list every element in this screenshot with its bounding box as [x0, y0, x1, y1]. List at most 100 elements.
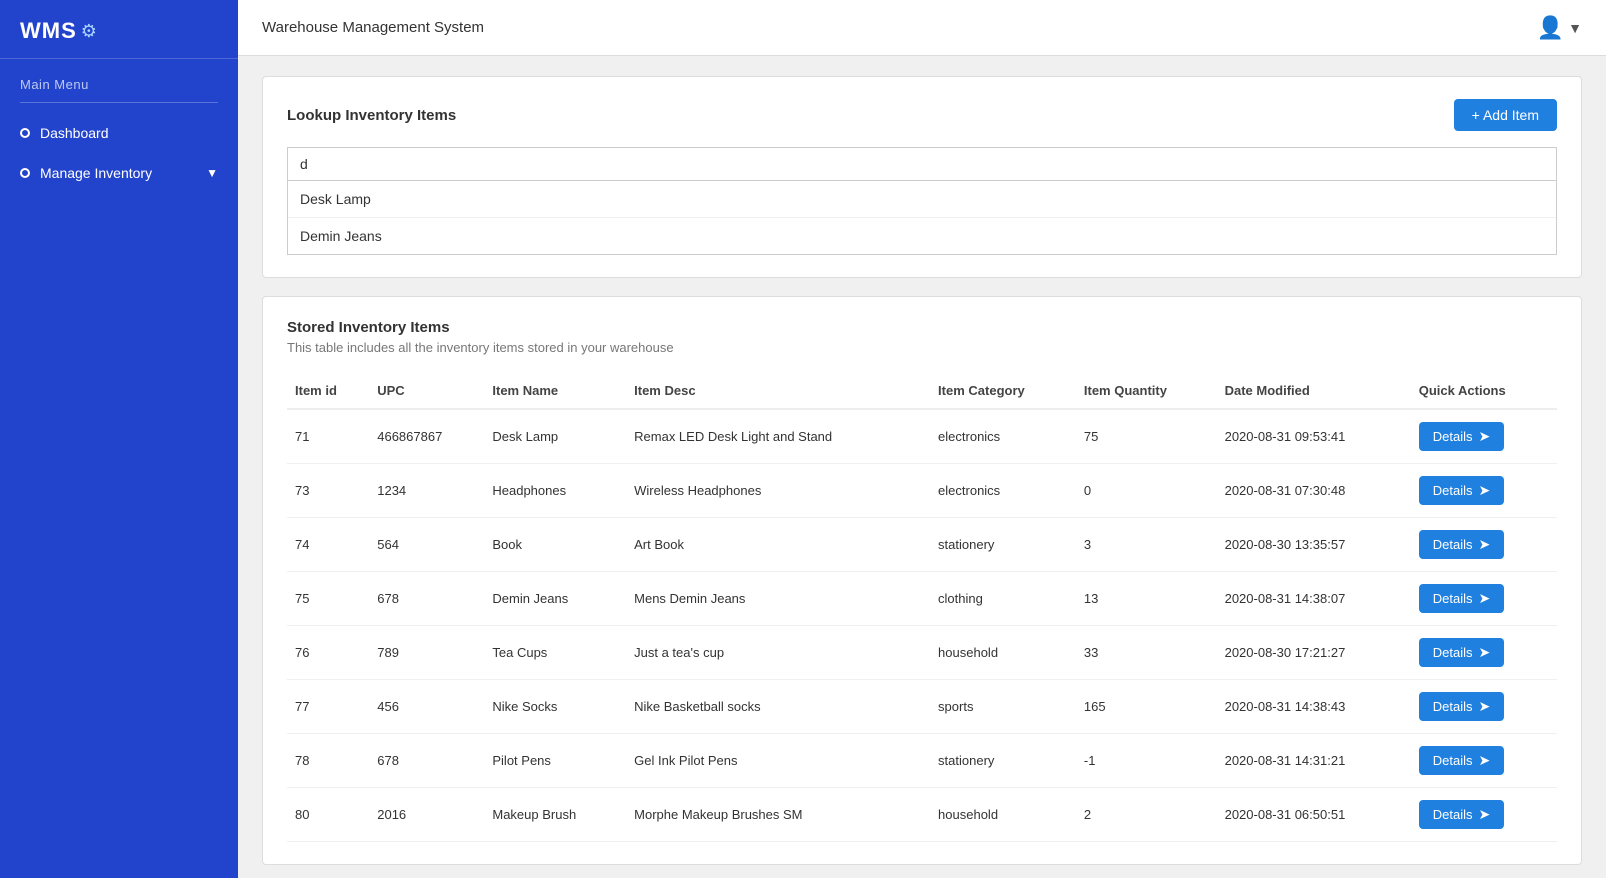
cell-4: electronics — [930, 409, 1076, 464]
cell-actions: Details ➤ — [1411, 680, 1557, 734]
sidebar-item-manage-inventory[interactable]: Manage Inventory ▼ — [0, 153, 238, 193]
col-item-name: Item Name — [484, 373, 626, 409]
cell-6: 2020-08-31 14:31:21 — [1217, 734, 1411, 788]
sidebar-item-label-dashboard: Dashboard — [40, 125, 109, 141]
cell-actions: Details ➤ — [1411, 464, 1557, 518]
cell-actions: Details ➤ — [1411, 626, 1557, 680]
col-date-modified: Date Modified — [1217, 373, 1411, 409]
cell-4: electronics — [930, 464, 1076, 518]
table-card: Stored Inventory Items This table includ… — [262, 296, 1582, 865]
col-item-quantity: Item Quantity — [1076, 373, 1217, 409]
cell-4: sports — [930, 680, 1076, 734]
cell-3: Wireless Headphones — [626, 464, 930, 518]
cell-0: 71 — [287, 409, 369, 464]
cell-4: household — [930, 788, 1076, 842]
col-item-category: Item Category — [930, 373, 1076, 409]
cell-1: 789 — [369, 626, 484, 680]
lookup-dropdown-item-0[interactable]: Desk Lamp — [288, 181, 1556, 218]
cell-6: 2020-08-31 07:30:48 — [1217, 464, 1411, 518]
cell-6: 2020-08-30 13:35:57 — [1217, 518, 1411, 572]
sidebar-item-dashboard[interactable]: Dashboard — [0, 113, 238, 153]
cell-5: 3 — [1076, 518, 1217, 572]
details-button-1[interactable]: Details ➤ — [1419, 476, 1504, 505]
cell-3: Just a tea's cup — [626, 626, 930, 680]
cell-6: 2020-08-31 14:38:43 — [1217, 680, 1411, 734]
sidebar-divider — [20, 102, 218, 103]
cell-1: 564 — [369, 518, 484, 572]
details-button-7[interactable]: Details ➤ — [1419, 800, 1504, 829]
cell-5: 13 — [1076, 572, 1217, 626]
cell-0: 74 — [287, 518, 369, 572]
table-subtitle: This table includes all the inventory it… — [287, 340, 1557, 355]
col-quick-actions: Quick Actions — [1411, 373, 1557, 409]
cell-2: Pilot Pens — [484, 734, 626, 788]
table-row: 75678Demin JeansMens Demin Jeansclothing… — [287, 572, 1557, 626]
cell-1: 456 — [369, 680, 484, 734]
details-button-3[interactable]: Details ➤ — [1419, 584, 1504, 613]
cell-5: 0 — [1076, 464, 1217, 518]
table-row: 77456Nike SocksNike Basketball socksspor… — [287, 680, 1557, 734]
cell-0: 75 — [287, 572, 369, 626]
cell-actions: Details ➤ — [1411, 734, 1557, 788]
details-button-5[interactable]: Details ➤ — [1419, 692, 1504, 721]
share-icon: ➤ — [1479, 590, 1491, 607]
share-icon: ➤ — [1479, 644, 1491, 661]
sidebar-logo: WMS ⚙ — [0, 0, 238, 59]
lookup-title: Lookup Inventory Items — [287, 107, 456, 124]
table-header: Item id UPC Item Name Item Desc Item Cat… — [287, 373, 1557, 409]
cell-actions: Details ➤ — [1411, 572, 1557, 626]
cell-0: 80 — [287, 788, 369, 842]
cell-0: 76 — [287, 626, 369, 680]
search-input[interactable] — [287, 147, 1557, 180]
share-icon: ➤ — [1479, 806, 1491, 823]
sidebar-main-menu-label: Main Menu — [0, 59, 238, 102]
user-menu[interactable]: 👤 ▼ — [1537, 15, 1582, 41]
cell-6: 2020-08-31 14:38:07 — [1217, 572, 1411, 626]
cell-1: 2016 — [369, 788, 484, 842]
share-icon: ➤ — [1479, 536, 1491, 553]
table-row: 76789Tea CupsJust a tea's cuphousehold33… — [287, 626, 1557, 680]
lookup-card: Lookup Inventory Items + Add Item Desk L… — [262, 76, 1582, 278]
share-icon: ➤ — [1479, 482, 1491, 499]
table-row: 731234HeadphonesWireless Headphoneselect… — [287, 464, 1557, 518]
cell-3: Art Book — [626, 518, 930, 572]
cell-2: Desk Lamp — [484, 409, 626, 464]
cell-4: stationery — [930, 518, 1076, 572]
logo-text: WMS — [20, 18, 77, 44]
cell-5: 33 — [1076, 626, 1217, 680]
table-section-title: Stored Inventory Items — [287, 319, 1557, 336]
table-row: 802016Makeup BrushMorphe Makeup Brushes … — [287, 788, 1557, 842]
share-icon: ➤ — [1479, 698, 1491, 715]
topbar-title: Warehouse Management System — [262, 19, 484, 36]
add-item-button[interactable]: + Add Item — [1454, 99, 1557, 131]
cell-1: 678 — [369, 734, 484, 788]
cell-6: 2020-08-31 09:53:41 — [1217, 409, 1411, 464]
cell-5: 75 — [1076, 409, 1217, 464]
cell-2: Demin Jeans — [484, 572, 626, 626]
table-row: 78678Pilot PensGel Ink Pilot Pensstation… — [287, 734, 1557, 788]
inventory-table: Item id UPC Item Name Item Desc Item Cat… — [287, 373, 1557, 842]
cell-2: Headphones — [484, 464, 626, 518]
cell-0: 78 — [287, 734, 369, 788]
cell-3: Gel Ink Pilot Pens — [626, 734, 930, 788]
lookup-dropdown-item-1[interactable]: Demin Jeans — [288, 218, 1556, 254]
cell-5: 2 — [1076, 788, 1217, 842]
details-button-4[interactable]: Details ➤ — [1419, 638, 1504, 667]
cell-2: Tea Cups — [484, 626, 626, 680]
col-item-desc: Item Desc — [626, 373, 930, 409]
logo-gear-icon: ⚙ — [81, 21, 97, 42]
cell-1: 1234 — [369, 464, 484, 518]
content-area: Lookup Inventory Items + Add Item Desk L… — [238, 56, 1606, 878]
table-row: 71466867867Desk LampRemax LED Desk Light… — [287, 409, 1557, 464]
details-button-0[interactable]: Details ➤ — [1419, 422, 1504, 451]
cell-3: Mens Demin Jeans — [626, 572, 930, 626]
cell-3: Remax LED Desk Light and Stand — [626, 409, 930, 464]
cell-6: 2020-08-31 06:50:51 — [1217, 788, 1411, 842]
cell-actions: Details ➤ — [1411, 788, 1557, 842]
cell-actions: Details ➤ — [1411, 518, 1557, 572]
details-button-6[interactable]: Details ➤ — [1419, 746, 1504, 775]
cell-6: 2020-08-30 17:21:27 — [1217, 626, 1411, 680]
cell-0: 73 — [287, 464, 369, 518]
cell-5: -1 — [1076, 734, 1217, 788]
details-button-2[interactable]: Details ➤ — [1419, 530, 1504, 559]
